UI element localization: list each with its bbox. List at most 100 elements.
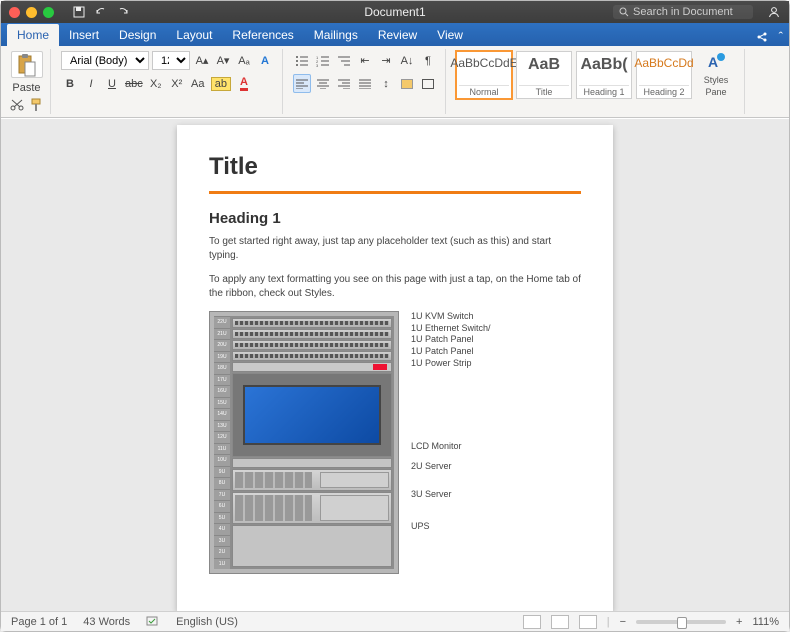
paste-label: Paste (12, 82, 40, 94)
rack-3u-server (232, 492, 392, 524)
zoom-in-button[interactable]: + (736, 616, 742, 628)
doc-title[interactable]: Title (209, 153, 581, 181)
highlight-button[interactable]: ab (210, 74, 232, 93)
underline-button[interactable]: U (103, 74, 121, 93)
shrink-font-button[interactable]: A▾ (214, 51, 232, 70)
align-center-button[interactable] (314, 74, 332, 93)
rack-ethernet-switch (232, 329, 392, 339)
font-group: Arial (Body) 12 A▴ A▾ Aₐ A B I U abc X₂ … (57, 49, 283, 114)
tab-references[interactable]: References (222, 24, 303, 46)
zoom-level[interactable]: 111% (752, 616, 779, 628)
shading-button[interactable] (398, 74, 416, 93)
rack-body (230, 316, 394, 569)
style-heading1[interactable]: AaBb( Heading 1 (576, 51, 632, 99)
format-painter-icon[interactable] (30, 98, 44, 112)
superscript-button[interactable]: X² (168, 74, 186, 93)
bullets-button[interactable] (293, 51, 311, 70)
status-bar: Page 1 of 1 43 Words English (US) | − + … (1, 611, 789, 631)
doc-para-2[interactable]: To apply any text formatting you see on … (209, 273, 581, 301)
save-icon[interactable] (72, 5, 86, 19)
ribbon-tabs: Home Insert Design Layout References Mai… (1, 23, 789, 46)
focus-view[interactable] (579, 615, 597, 629)
increase-indent-button[interactable]: ⇥ (377, 51, 395, 70)
paste-button[interactable] (11, 51, 43, 78)
tab-design[interactable]: Design (109, 24, 166, 46)
justify-button[interactable] (356, 74, 374, 93)
style-heading2[interactable]: AaBbCcDd Heading 2 (636, 51, 692, 99)
tab-mailings[interactable]: Mailings (304, 24, 368, 46)
page-indicator[interactable]: Page 1 of 1 (11, 616, 67, 628)
borders-button[interactable] (419, 74, 437, 93)
tab-insert[interactable]: Insert (59, 24, 109, 46)
decrease-indent-button[interactable]: ⇤ (356, 51, 374, 70)
document-area[interactable]: Title Heading 1 To get started right awa… (1, 119, 789, 611)
change-case-button[interactable]: Aa (189, 74, 207, 93)
show-marks-button[interactable]: ¶ (419, 51, 437, 70)
text-effects-button[interactable]: A (256, 51, 274, 70)
sort-button[interactable]: A↓ (398, 51, 416, 70)
language-indicator[interactable]: English (US) (176, 616, 238, 628)
label-eth: 1U Ethernet Switch/ (411, 323, 491, 335)
styles-pane-icon: A (705, 51, 727, 73)
rack-power-strip (232, 362, 392, 372)
styles-pane-button[interactable]: A Styles Pane (696, 51, 736, 97)
zoom-window-button[interactable] (43, 7, 54, 18)
ribbon-collapse-icon[interactable]: ˆ (779, 29, 783, 44)
styles-group: AaBbCcDdE Normal AaB Title AaBb( Heading… (452, 49, 745, 114)
word-count[interactable]: 43 Words (83, 616, 130, 628)
style-normal[interactable]: AaBbCcDdE Normal (456, 51, 512, 99)
label-pp2: 1U Patch Panel (411, 346, 491, 358)
zoom-out-button[interactable]: − (620, 616, 626, 628)
tab-home[interactable]: Home (7, 24, 59, 46)
rack-patch-panel-1 (232, 340, 392, 350)
undo-icon[interactable] (94, 5, 108, 19)
window-titlebar: Document1 Search in Document (1, 1, 789, 23)
page[interactable]: Title Heading 1 To get started right awa… (177, 125, 613, 611)
minimize-window-button[interactable] (26, 7, 37, 18)
document-title: Document1 (364, 5, 425, 19)
label-2u: 2U Server (411, 461, 491, 473)
search-field[interactable]: Search in Document (613, 5, 753, 19)
spellcheck-icon[interactable] (146, 616, 160, 628)
align-left-button[interactable] (293, 74, 311, 93)
multilevel-button[interactable] (335, 51, 353, 70)
doc-para-1[interactable]: To get started right away, just tap any … (209, 235, 581, 263)
rack-monitor (232, 373, 392, 457)
style-title[interactable]: AaB Title (516, 51, 572, 99)
align-right-button[interactable] (335, 74, 353, 93)
font-family-select[interactable]: Arial (Body) (61, 51, 149, 70)
title-rule (209, 191, 581, 194)
rack-ups (232, 525, 392, 567)
traffic-lights (9, 7, 54, 18)
web-layout-view[interactable] (551, 615, 569, 629)
rack-patch-panel-2 (232, 351, 392, 361)
tab-layout[interactable]: Layout (166, 24, 222, 46)
strike-button[interactable]: abc (124, 74, 144, 93)
numbering-button[interactable]: 123 (314, 51, 332, 70)
doc-heading1[interactable]: Heading 1 (209, 210, 581, 227)
rack-figure[interactable]: 1U2U3U4U5U6U7U8U9U10U11U12U13U14U15U16U1… (209, 311, 581, 574)
cut-icon[interactable] (10, 99, 24, 111)
user-icon[interactable] (767, 5, 781, 19)
redo-icon[interactable] (116, 5, 130, 19)
paragraph-group: 123 ⇤ ⇥ A↓ ¶ ↕ (289, 49, 446, 114)
italic-button[interactable]: I (82, 74, 100, 93)
subscript-button[interactable]: X₂ (147, 74, 165, 93)
search-placeholder: Search in Document (633, 6, 733, 18)
label-power: 1U Power Strip (411, 358, 491, 370)
ribbon: Paste Arial (Body) 12 A▴ A▾ Aₐ A B I U a… (1, 46, 789, 118)
share-icon[interactable] (755, 30, 769, 44)
clear-format-button[interactable]: Aₐ (235, 51, 253, 70)
tab-review[interactable]: Review (368, 24, 427, 46)
rack-spacer (232, 458, 392, 468)
tab-view[interactable]: View (427, 24, 473, 46)
grow-font-button[interactable]: A▴ (193, 51, 211, 70)
font-color-button[interactable]: A (235, 74, 253, 93)
print-layout-view[interactable] (523, 615, 541, 629)
svg-text:A: A (708, 54, 718, 70)
bold-button[interactable]: B (61, 74, 79, 93)
font-size-select[interactable]: 12 (152, 51, 190, 70)
zoom-slider[interactable] (636, 620, 726, 624)
line-spacing-button[interactable]: ↕ (377, 74, 395, 93)
close-window-button[interactable] (9, 7, 20, 18)
